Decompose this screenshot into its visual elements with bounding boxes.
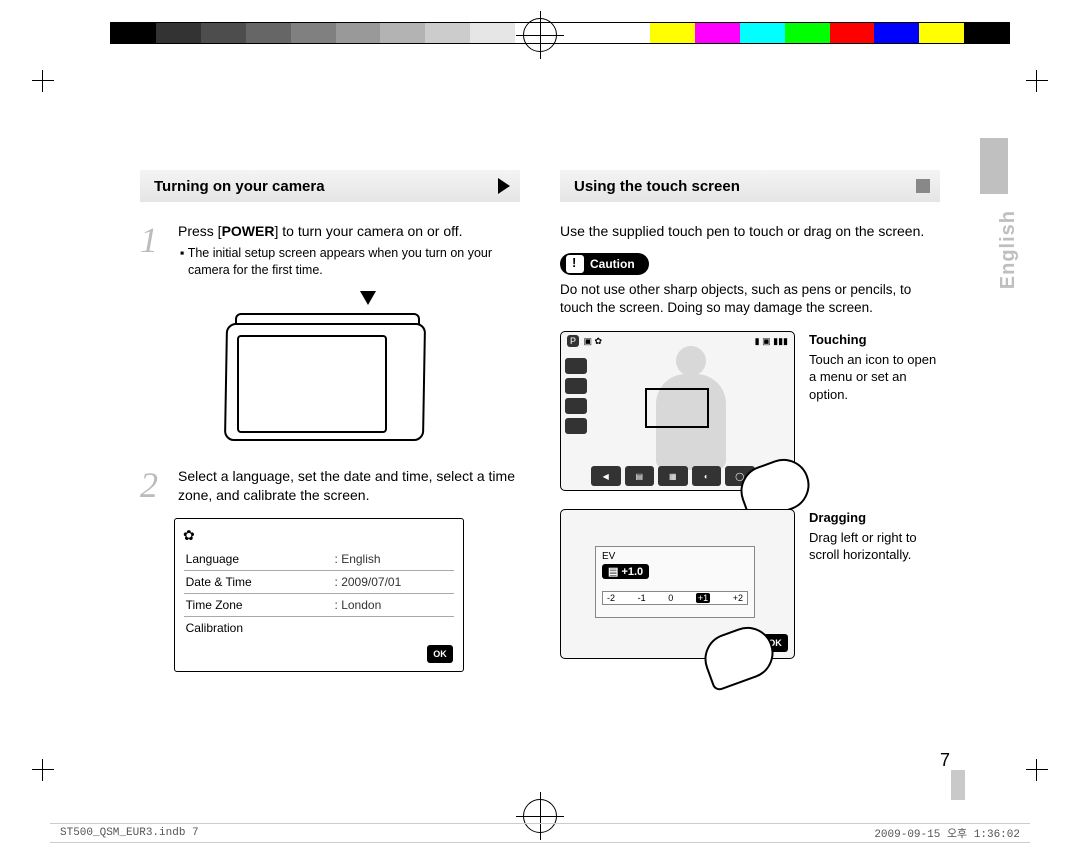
crop-mark bbox=[1026, 759, 1048, 781]
side-language-label: English bbox=[997, 210, 1020, 289]
step-number: 2 bbox=[140, 467, 168, 505]
step-bullet: ▪ The initial setup screen appears when … bbox=[178, 245, 520, 279]
stylus-hand-icon bbox=[697, 620, 781, 693]
page-tab-marker bbox=[951, 770, 965, 800]
camera-illustration bbox=[215, 297, 445, 447]
gear-icon: ✿ bbox=[175, 525, 463, 548]
table-row: Time Zone: London bbox=[184, 594, 455, 617]
footer-timestamp: 2009-09-15 오후 1:36:02 bbox=[874, 825, 1020, 841]
column-touch-screen: Using the touch screen Use the supplied … bbox=[560, 170, 940, 677]
step-1: 1 Press [POWER] to turn your camera on o… bbox=[140, 222, 520, 279]
touching-row: P ▣ ✿ ▮ ▣ ▮▮▮ ◀▤▦◐◯MENU Touching Touc bbox=[560, 331, 940, 491]
settings-screenshot: ✿ Language: English Date & Time: 2009/07… bbox=[174, 518, 464, 672]
mode-icon: P bbox=[567, 335, 579, 347]
dragging-row: EV ▤ +1.0 -2 -1 0 +1 +2 OK Dragg bbox=[560, 509, 940, 659]
touching-caption: Touching Touch an icon to open a menu or… bbox=[809, 331, 940, 491]
display-icon bbox=[565, 418, 587, 434]
registration-mark-top bbox=[523, 18, 557, 52]
focus-frame bbox=[645, 388, 709, 428]
ev-scale[interactable]: -2 -1 0 +1 +2 bbox=[602, 591, 748, 605]
arrow-icon bbox=[498, 178, 510, 194]
column-turning-on: Turning on your camera 1 Press [POWER] t… bbox=[140, 170, 520, 677]
footer-file: ST500_QSM_EUR3.indb 7 bbox=[60, 827, 199, 839]
table-row: Calibration bbox=[184, 617, 455, 640]
ok-button[interactable]: OK bbox=[427, 645, 453, 663]
touch-screenshot-dragging: EV ▤ +1.0 -2 -1 0 +1 +2 OK bbox=[560, 509, 795, 659]
printer-color-strip bbox=[110, 22, 1010, 44]
step-text: Press [POWER] to turn your camera on or … bbox=[178, 222, 520, 279]
left-toolbar[interactable] bbox=[565, 358, 589, 438]
step-number: 1 bbox=[140, 222, 168, 279]
section-title: Turning on your camera bbox=[154, 178, 325, 195]
page-number: 7 bbox=[940, 750, 950, 771]
section-title: Using the touch screen bbox=[574, 178, 740, 195]
intro-text: Use the supplied touch pen to touch or d… bbox=[560, 222, 940, 241]
ev-panel: EV ▤ +1.0 -2 -1 0 +1 +2 bbox=[595, 546, 755, 618]
dragging-caption: Dragging Drag left or right to scroll ho… bbox=[809, 509, 940, 659]
warning-icon bbox=[566, 255, 584, 273]
crop-mark bbox=[1026, 70, 1048, 92]
settings-table: Language: English Date & Time: 2009/07/0… bbox=[184, 548, 455, 639]
step-text: Select a language, set the date and time… bbox=[178, 467, 520, 505]
crop-mark bbox=[32, 70, 54, 92]
crop-mark bbox=[32, 759, 54, 781]
table-row: Language: English bbox=[184, 548, 455, 571]
table-row: Date & Time: 2009/07/01 bbox=[184, 571, 455, 594]
step-2: 2 Select a language, set the date and ti… bbox=[140, 467, 520, 505]
ev-value: ▤ +1.0 bbox=[602, 564, 649, 579]
af-icon bbox=[565, 378, 587, 394]
caution-text: Do not use other sharp objects, such as … bbox=[560, 281, 940, 317]
section-header-touch: Using the touch screen bbox=[560, 170, 940, 202]
face-icon bbox=[565, 398, 587, 414]
print-footer: ST500_QSM_EUR3.indb 7 2009-09-15 오후 1:36… bbox=[50, 823, 1030, 843]
side-tab bbox=[980, 138, 1008, 194]
caution-badge: Caution bbox=[560, 253, 649, 275]
power-arrow-icon bbox=[360, 291, 376, 305]
touch-screenshot-touching: P ▣ ✿ ▮ ▣ ▮▮▮ ◀▤▦◐◯MENU bbox=[560, 331, 795, 491]
flash-icon bbox=[565, 358, 587, 374]
section-header-turning-on: Turning on your camera bbox=[140, 170, 520, 202]
end-square-icon bbox=[916, 179, 930, 193]
